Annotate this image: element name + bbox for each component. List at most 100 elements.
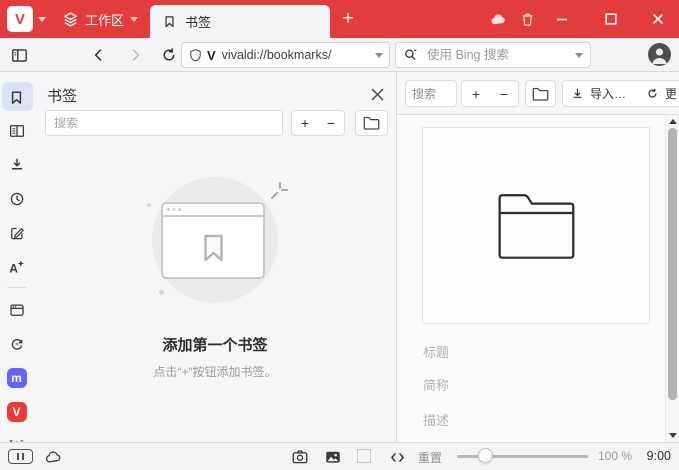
synced-tabs-cloud-icon[interactable] <box>488 9 508 29</box>
vivaldi-letter: V <box>12 405 21 419</box>
main-area: A m V 书签 搜索 + − 添加第一个书签 点击“+”按钮添加书签。 搜索 … <box>0 72 679 442</box>
panel-close-icon[interactable] <box>369 86 385 102</box>
capture-camera-icon[interactable] <box>289 447 311 467</box>
bookmarks-search-input[interactable] <box>405 80 457 107</box>
remove-bookmark-button[interactable]: − <box>490 81 518 106</box>
bookmarks-search <box>405 80 457 107</box>
bookmarks-add-remove-group: + − <box>461 80 519 107</box>
webpanel-mastodon-icon[interactable]: m <box>0 366 33 390</box>
tab-bookmarks[interactable]: 书签 <box>150 5 330 38</box>
empty-state-window-illustration <box>161 202 265 279</box>
panel-add-remove-group: + − <box>291 110 345 136</box>
empty-state-caption: 点击“+”按钮添加书签。 <box>153 365 277 379</box>
zoom-slider-track[interactable] <box>457 455 588 458</box>
search-input[interactable] <box>425 47 569 63</box>
window-maximize-button[interactable] <box>601 9 621 29</box>
scroll-up-icon[interactable] <box>669 119 677 124</box>
profile-avatar[interactable] <box>648 43 671 66</box>
nickname-field[interactable]: 简称 <box>423 375 449 394</box>
scroll-down-icon[interactable] <box>669 433 677 438</box>
back-button[interactable] <box>88 44 110 66</box>
bookmarks-page: + − 导入… <box>397 72 679 442</box>
zoom-slider-knob[interactable] <box>478 448 493 463</box>
tab-title: 书签 <box>185 15 212 30</box>
trash-closed-tabs-icon[interactable] <box>517 9 537 29</box>
webpanel-vivaldi-icon[interactable]: V <box>0 400 33 424</box>
browser-window: V 工作区 书签 + V vivaldi://bookmarks/ 使用 Bin… <box>0 0 679 470</box>
clock: 9:00 <box>646 449 671 463</box>
bookmark-detail-area: 标题 简称 描述 <box>397 115 679 442</box>
panel-translate-icon[interactable]: A <box>0 255 33 279</box>
zoom-reset-button[interactable]: 重置 <box>418 449 442 466</box>
tab-bar: V 工作区 书签 + <box>0 0 679 38</box>
panel-strip-divider <box>7 287 26 288</box>
new-folder-button[interactable] <box>525 80 556 107</box>
update-thumbnail-icon <box>646 87 659 100</box>
panel-history-icon[interactable] <box>0 187 33 211</box>
panel-downloads-icon[interactable] <box>0 153 33 177</box>
panel-search-input[interactable] <box>45 110 283 136</box>
panel-remove-bookmark-button[interactable]: − <box>318 111 344 135</box>
toggle-images-icon[interactable] <box>322 447 344 467</box>
panel-search <box>45 110 283 136</box>
workspace-label: 工作区 <box>85 12 125 28</box>
large-folder-icon <box>498 193 575 259</box>
panel-strip: A m V <box>0 72 33 442</box>
reload-button[interactable] <box>158 44 180 66</box>
search-bar[interactable] <box>395 42 591 68</box>
break-mode-button[interactable] <box>8 449 33 464</box>
workspace-caret-icon <box>130 16 139 22</box>
search-engine-icon <box>403 47 419 63</box>
import-button-group: 导入… 更 <box>562 80 679 107</box>
address-field[interactable]: V <box>181 42 390 68</box>
panel-windows-icon[interactable] <box>0 298 33 322</box>
vivaldi-menu-button[interactable]: V <box>7 6 33 32</box>
webpanel-wikipedia-icon[interactable]: W <box>0 434 33 443</box>
panel-bookmarks-icon[interactable] <box>0 85 33 109</box>
panel-add-bookmark-button[interactable]: + <box>292 111 318 135</box>
window-minimize-button[interactable] <box>552 9 572 29</box>
scrollbar-thumb[interactable] <box>668 128 677 400</box>
illustration-window-titlebar <box>163 204 263 217</box>
title-field[interactable]: 标题 <box>423 342 449 361</box>
bookmark-thumbnail-card[interactable] <box>422 127 650 324</box>
import-arrow-icon <box>571 87 584 100</box>
forward-button[interactable] <box>124 44 146 66</box>
update-button[interactable]: 更 <box>665 85 677 102</box>
panel-title: 书签 <box>47 88 78 105</box>
bookmark-icon <box>162 14 177 29</box>
panel-notes-icon[interactable] <box>0 221 33 245</box>
search-dropdown-caret-icon[interactable] <box>575 52 583 58</box>
page-actions-code-icon[interactable] <box>386 447 408 467</box>
shield-icon <box>188 48 203 63</box>
panel-sessions-icon[interactable] <box>0 332 33 356</box>
bookmarks-panel: 书签 + − <box>33 72 397 442</box>
description-field[interactable]: 描述 <box>423 410 449 429</box>
empty-state-title: 添加第一个书签 <box>162 337 268 354</box>
import-button[interactable]: 导入… <box>590 85 626 102</box>
new-tab-button[interactable]: + <box>338 8 358 30</box>
sync-cloud-icon[interactable] <box>42 447 64 467</box>
decorative-dot <box>159 290 164 295</box>
illustration-bookmark-ribbon-icon <box>163 217 263 279</box>
url-input[interactable] <box>219 47 371 63</box>
mastodon-letter: m <box>11 371 22 385</box>
window-close-button[interactable] <box>648 9 668 29</box>
workspace-button[interactable]: 工作区 <box>56 0 144 38</box>
panel-new-folder-button[interactable] <box>355 110 388 136</box>
vivaldi-logo: V <box>14 10 25 28</box>
page-scrollbar[interactable] <box>665 115 679 442</box>
add-bookmark-button[interactable]: + <box>462 81 490 106</box>
vivaldi-menu-caret-icon[interactable] <box>38 17 46 22</box>
page-actions-box-icon[interactable] <box>357 449 371 463</box>
address-dropdown-caret-icon[interactable] <box>375 52 383 58</box>
site-badge-icon: V <box>207 47 216 63</box>
sparkle-icon <box>270 182 288 200</box>
status-bar: 重置 100 % 9:00 <box>0 442 679 470</box>
address-bar: V <box>0 38 679 72</box>
panel-reading-list-icon[interactable] <box>0 119 33 143</box>
decorative-dot <box>147 203 151 207</box>
panel-toggle-icon[interactable] <box>8 44 30 66</box>
zoom-level-value: 100 % <box>598 449 633 463</box>
svg-text:A: A <box>9 261 18 275</box>
